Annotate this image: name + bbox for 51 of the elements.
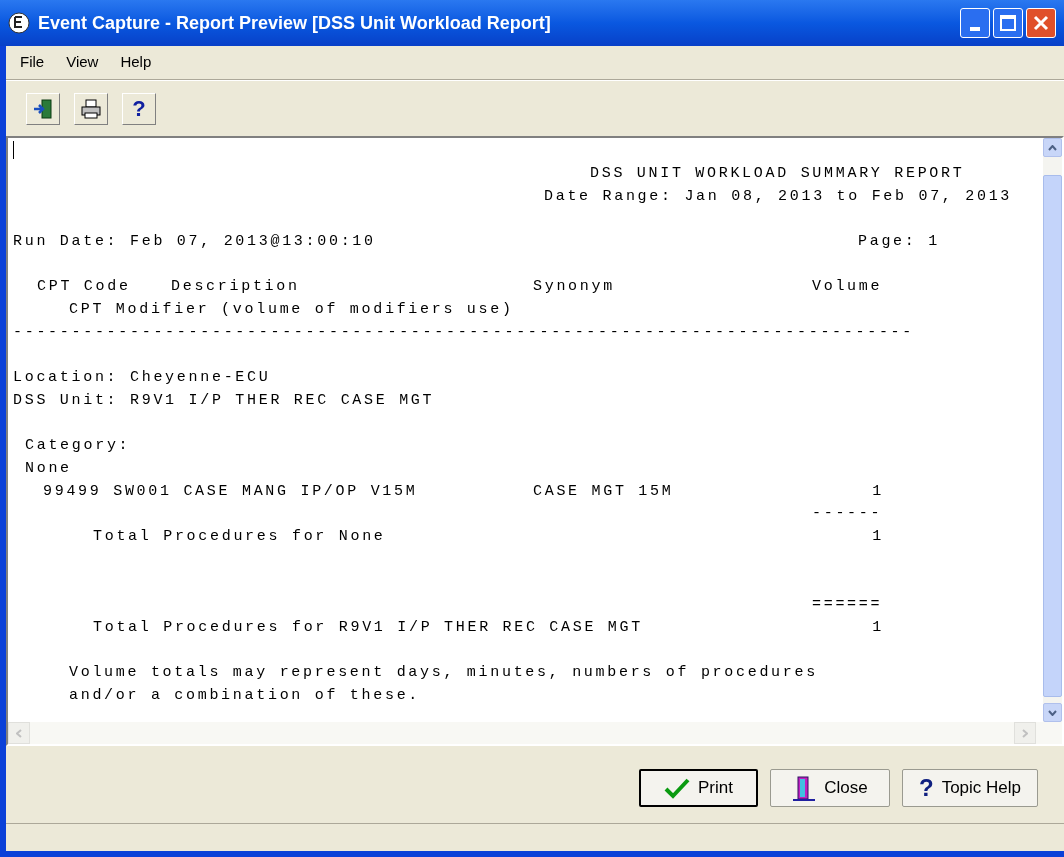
page-number: Page: 1 (858, 232, 940, 253)
volume-cell-text: 1 (871, 481, 884, 502)
minimize-icon (970, 27, 980, 31)
scroll-down-button[interactable] (1043, 703, 1062, 722)
footnote-line: Volume totals may represent days, minutes, numbers of procedures (69, 663, 819, 684)
question-mark-icon: ? (132, 97, 146, 120)
toolbar-button[interactable]: ? (122, 92, 156, 125)
category-name: None (25, 459, 72, 480)
maximize-icon (1000, 15, 1016, 31)
door-arrow-icon (32, 97, 54, 120)
total-volume: 1 (871, 618, 884, 638)
column-subheading: CPT Modifier (volume of modifiers use) (69, 300, 514, 321)
date-range: Date Range: Jan 08, 2013 to Feb 07, 2013 (544, 186, 1013, 207)
question-mark-icon: ? (918, 775, 934, 800)
category-label: Category: (25, 436, 131, 457)
menu-item[interactable]: View (66, 51, 99, 74)
column-header: Synonym (533, 277, 616, 298)
dialog-button[interactable]: Close (770, 768, 890, 807)
minimize-button[interactable] (960, 8, 990, 38)
app-logo-icon (8, 12, 30, 34)
column-header: CPT Code (37, 277, 132, 298)
subtotal-rule: ------ (812, 504, 883, 525)
synonym-cell-text: CASE MGT 15M (533, 481, 675, 502)
separator-line: ----------------------------------------------------------------------------- (13, 322, 914, 343)
column-header: Description (171, 277, 301, 298)
toolbar-button[interactable] (74, 92, 108, 125)
location-label: Location: Cheyenne-ECU (13, 368, 271, 389)
window-title: Event Capture - Report Preview [DSS Unit Workload Report] (38, 11, 551, 35)
printer-icon (80, 97, 102, 120)
footnote-line: and/or a combination of these. (69, 686, 422, 707)
scroll-up-button[interactable] (1043, 138, 1062, 157)
subtotal-volume: 1 (871, 527, 884, 548)
run-date: Run Date: Feb 07, 2013@13:00:10 (13, 232, 377, 253)
check-mark-icon (664, 776, 690, 799)
dialog-button[interactable]: Print (639, 768, 758, 807)
dss-unit-label: DSS Unit: R9V1 I/P THER REC CASE MGT (13, 391, 435, 411)
close-icon (1033, 15, 1049, 31)
toolbar-button[interactable] (26, 92, 60, 125)
dialog-button[interactable]: ? Topic Help (902, 768, 1038, 807)
text-cursor (13, 141, 14, 159)
total-rule: ====== (812, 595, 883, 616)
door-icon (792, 774, 817, 801)
maximize-button[interactable] (993, 8, 1023, 38)
report-title: DSS UNIT WORKLOAD SUMMARY REPORT (590, 164, 965, 184)
menu-item[interactable]: Help (120, 51, 152, 74)
total-label: Total Procedures for R9V1 I/P THER REC CASE MGT (93, 618, 644, 638)
column-header: Volume (812, 277, 883, 298)
menu-item[interactable]: File (20, 51, 45, 74)
close-button[interactable] (1026, 8, 1056, 38)
subtotal-label: Total Procedures for None (93, 527, 387, 548)
procedure-cell-text: 99499 SW001 CASE MANG IP/OP V15M (43, 481, 419, 502)
